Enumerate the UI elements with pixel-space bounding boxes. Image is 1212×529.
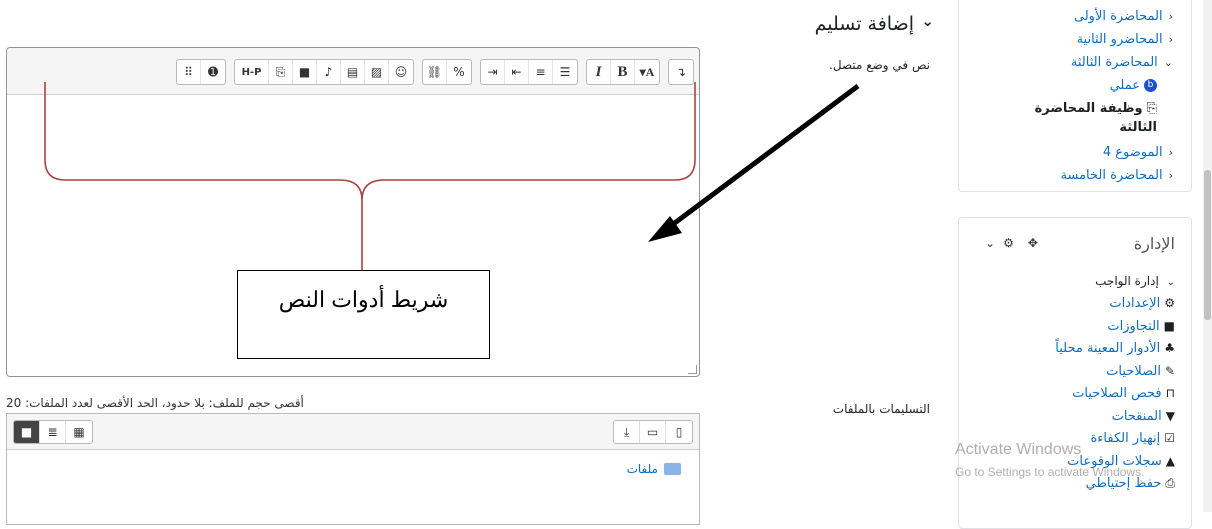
annotation-box: شريط أدوات النص (237, 270, 490, 359)
admin-item[interactable]: ☑إنهيار الكفاءة (1091, 431, 1176, 446)
navigation-block: ‹ المحاضرة الأولى ‹ المحاضرو الثانية ⌄ المحاض… (958, 0, 1192, 192)
chevron-down-icon[interactable]: ⌄ (1164, 56, 1173, 69)
admin-item-label: إنهيار الكفاءة (1090, 431, 1161, 446)
create-folder-button[interactable]: ▭ (640, 421, 666, 443)
file-picker-toolbar: ■ ≣ ▦ ⤓ ▭ ▯ (7, 414, 699, 450)
nav-item-label-line2: الثالثة (1119, 120, 1157, 135)
file-picker: ■ ≣ ▦ ⤓ ▭ ▯ ملفات (6, 413, 700, 525)
nav-item[interactable]: ⎘وظيفة المحاضرة الثالثة (1035, 101, 1157, 135)
gear-icon: ⚙ (1164, 296, 1175, 310)
nav-item[interactable]: ⌄ المحاضرة الثالثة (1071, 55, 1173, 70)
file-area[interactable]: ملفات (7, 450, 699, 524)
admin-item-label: الصلاحيات (1106, 363, 1161, 379)
backup-icon: ⎙ (1165, 476, 1175, 490)
edit-icon: ✎ (1164, 363, 1175, 378)
add-file-button[interactable]: ▯ (666, 421, 692, 443)
chart-icon: ▲ (1165, 453, 1175, 468)
nav-item[interactable]: ‹ المحاضرو الثانية (1077, 32, 1173, 47)
file-submissions-label: التسليمات بالملفات (832, 402, 930, 416)
admin-item-label: الإعدادات (1109, 296, 1161, 311)
nav-item-label: المحاضرة الثالثة (1070, 55, 1158, 70)
view-list-button[interactable]: ≣ (40, 421, 66, 443)
nav-item-label: وظيفة المحاضرة (1034, 101, 1143, 116)
view-icons-button[interactable]: ▦ (66, 421, 92, 443)
page-scrollbar[interactable] (1203, 0, 1212, 512)
block-controls: ⌄ ⚙ ✥ (985, 236, 1038, 250)
file-actions-group: ⤓ ▭ ▯ (613, 420, 693, 444)
gear-icon[interactable]: ⚙ (1003, 236, 1014, 250)
admin-section-label: إدارة الواجب (1095, 274, 1159, 288)
check-square-icon: ☑ (1164, 431, 1175, 445)
chevron-left-icon[interactable]: ‹ (1169, 10, 1173, 23)
annotation-arrow (666, 83, 860, 231)
admin-item-label: الأدوار المعينة محلياً (1055, 341, 1161, 356)
chevron-down-icon: ⌄ (1166, 277, 1175, 288)
users-icon: ♣ (1164, 341, 1175, 355)
toolbar-bracket (44, 82, 696, 270)
nav-item[interactable]: b عملي (1110, 78, 1157, 93)
folder-label: ملفات (626, 462, 658, 476)
view-folders-button[interactable]: ■ (14, 421, 40, 443)
admin-item-label: فحص الصلاحيات (1072, 386, 1162, 401)
admin-item[interactable]: ⚙الإعدادات (1109, 296, 1175, 311)
nav-item[interactable]: ‹ المحاضرة الخامسة (1061, 168, 1173, 183)
square-icon: ■ (1163, 318, 1175, 333)
admin-item-label: التجاوزات (1107, 318, 1160, 334)
chevron-down-icon[interactable]: ⌄ (985, 236, 995, 250)
lock-icon: ⊓ (1165, 386, 1175, 400)
folder-item[interactable]: ملفات (627, 462, 681, 476)
admin-item[interactable]: ⊓فحص الصلاحيات (1072, 386, 1175, 401)
nav-item-label: المحاضرة الأولى (1073, 9, 1163, 24)
nav-item-label: الموضوع 4 (1102, 145, 1163, 160)
activate-windows-subtitle: Go to Settings to activate Windows. (955, 465, 1145, 479)
admin-section-header[interactable]: ⌄ إدارة الواجب (1095, 274, 1175, 288)
admin-item-label: المنقحات (1111, 408, 1162, 424)
nav-item[interactable]: ‹ الموضوع 4 (1103, 145, 1173, 160)
chevron-left-icon[interactable]: ‹ (1169, 33, 1173, 46)
admin-item[interactable]: ✎الصلاحيات (1106, 364, 1175, 379)
filter-icon: ▼ (1165, 408, 1175, 423)
scrollbar-thumb[interactable] (1204, 170, 1211, 320)
nav-item[interactable]: ‹ المحاضرة الأولى (1074, 9, 1173, 24)
admin-item[interactable]: ▼المنقحات (1112, 409, 1175, 424)
nav-item-label: المحاضرو الثانية (1076, 32, 1163, 47)
annotation-text: شريط أدوات النص (278, 287, 449, 312)
admin-item[interactable]: ■التجاوزات (1107, 319, 1175, 334)
nav-item-label: المحاضرة الخامسة (1060, 168, 1163, 183)
folder-icon (664, 463, 681, 475)
view-mode-group: ■ ≣ ▦ (13, 420, 93, 444)
administration-block: الإدارة ⌄ ⚙ ✥ ⌄ إدارة الواجب ⚙الإعدادات ■… (958, 217, 1192, 529)
forum-icon: b (1144, 79, 1157, 92)
admin-item[interactable]: ♣الأدوار المعينة محلياً (1055, 341, 1175, 356)
assignment-icon: ⎘ (1146, 101, 1157, 116)
activate-windows-title: Activate Windows (955, 441, 1082, 458)
download-button[interactable]: ⤓ (614, 421, 640, 443)
chevron-left-icon[interactable]: ‹ (1169, 146, 1173, 159)
chevron-left-icon[interactable]: ‹ (1169, 169, 1173, 182)
nav-item-label: عملي (1109, 78, 1140, 93)
admin-title: الإدارة (1133, 234, 1175, 253)
file-limits-text: أقصى حجم للملف: بلا حدود، الحد الأقصى لع… (6, 396, 304, 410)
move-icon[interactable]: ✥ (1028, 236, 1038, 250)
